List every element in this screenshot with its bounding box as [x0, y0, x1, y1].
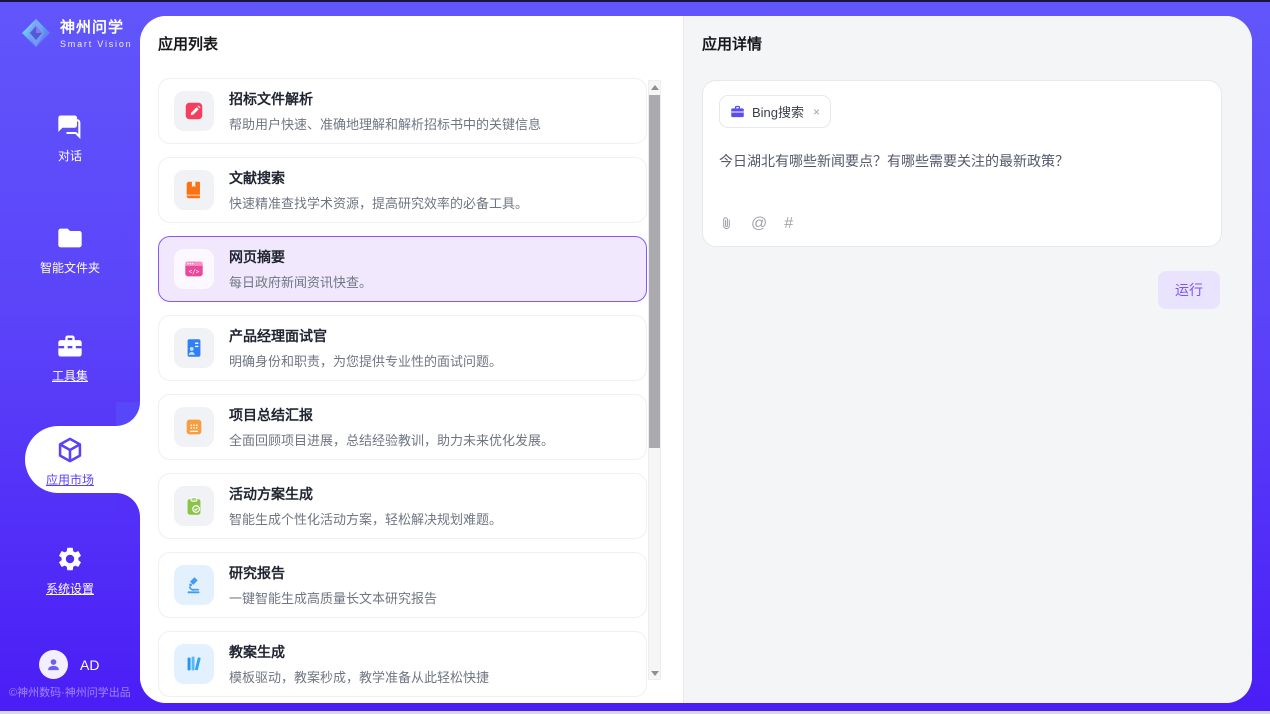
app-name: 研究报告: [229, 563, 437, 583]
app-window: 神州问学 Smart Vision 对话 智能文件夹: [0, 0, 1270, 714]
app-desc: 全面回顾项目进展，总结经验教训，助力未来优化发展。: [229, 430, 554, 449]
app-icon-box: [174, 328, 214, 368]
sidebar-item-toolset[interactable]: 工具集: [0, 332, 140, 384]
app-icon-box: [174, 565, 214, 605]
app-card-literature-search[interactable]: 文献搜索 快速精准查找学术资源，提高研究效率的必备工具。: [158, 157, 647, 223]
user-account[interactable]: AD: [39, 650, 99, 679]
app-card-pm-interviewer[interactable]: 产品经理面试官 明确身份和职责，为您提供专业性的面试问题。: [158, 315, 647, 381]
app-icon-box: </>: [174, 249, 214, 289]
app-icon-box: [174, 170, 214, 210]
app-detail-title: 应用详情: [702, 33, 762, 54]
tool-chip-label: Bing搜索: [752, 102, 804, 121]
query-text[interactable]: 今日湖北有哪些新闻要点？有哪些需要关注的最新政策？: [719, 151, 1205, 171]
app-icon-box: [174, 407, 214, 447]
bubble-flare-bottom: [116, 493, 140, 517]
brand-subtitle: Smart Vision: [60, 39, 132, 49]
tool-chip-bing-search[interactable]: Bing搜索 ×: [719, 95, 831, 128]
book-icon: [183, 179, 205, 201]
app-card-list: 招标文件解析 帮助用户快速、准确地理解和解析招标书中的关键信息 文献搜索: [158, 78, 647, 703]
app-name: 项目总结汇报: [229, 405, 554, 425]
scroll-up-arrow-icon[interactable]: [649, 81, 660, 93]
input-toolbar: @ #: [719, 215, 793, 232]
app-name: 文献搜索: [229, 168, 528, 188]
app-icon-box: [174, 644, 214, 684]
main-content: 应用列表 招标文件解析 帮助用户快速、准确地理解和解析招标书中的关键信息: [140, 16, 1252, 703]
run-button[interactable]: 运行: [1158, 271, 1220, 309]
sidebar-item-label: 工具集: [0, 367, 140, 384]
app-desc: 快速精准查找学术资源，提高研究效率的必备工具。: [229, 193, 528, 212]
app-icon-box: [174, 486, 214, 526]
app-list-panel: 应用列表 招标文件解析 帮助用户快速、准确地理解和解析招标书中的关键信息: [140, 16, 683, 703]
person-icon: [45, 656, 62, 673]
gear-icon: [56, 545, 84, 573]
app-desc: 一键智能生成高质量长文本研究报告: [229, 588, 437, 607]
window-top-edge: [0, 0, 1270, 2]
app-desc: 每日政府新闻资讯快查。: [229, 272, 372, 291]
app-desc: 模板驱动，教案秒成，教学准备从此轻松快捷: [229, 667, 489, 686]
note-icon: [183, 416, 205, 438]
app-card-lesson-plan[interactable]: 教案生成 模板驱动，教案秒成，教学准备从此轻松快捷: [158, 631, 647, 697]
app-desc: 明确身份和职责，为您提供专业性的面试问题。: [229, 351, 502, 370]
sidebar-item-smart-folders[interactable]: 智能文件夹: [0, 224, 140, 276]
app-name: 教案生成: [229, 642, 489, 662]
microscope-icon: [183, 574, 205, 596]
app-card-event-plan[interactable]: 活动方案生成 智能生成个性化活动方案，轻松解决规划难题。: [158, 473, 647, 539]
clipboard-check-icon: [183, 495, 205, 517]
prompt-input-card[interactable]: Bing搜索 × 今日湖北有哪些新闻要点？有哪些需要关注的最新政策？ @ #: [702, 80, 1222, 247]
scroll-down-arrow-icon[interactable]: [649, 667, 660, 679]
sidebar: 神州问学 Smart Vision 对话 智能文件夹: [0, 2, 140, 714]
app-icon-box: [174, 91, 214, 131]
edit-square-icon: [183, 100, 205, 122]
avatar: [39, 650, 68, 679]
app-name: 网页摘要: [229, 247, 372, 267]
app-list-title: 应用列表: [158, 33, 218, 54]
paperclip-icon[interactable]: [719, 215, 734, 232]
browser-code-icon: </>: [183, 258, 205, 280]
sidebar-item-chat[interactable]: 对话: [0, 112, 140, 164]
app-card-bid-parse[interactable]: 招标文件解析 帮助用户快速、准确地理解和解析招标书中的关键信息: [158, 78, 647, 144]
app-name: 活动方案生成: [229, 484, 502, 504]
bubble-flare-top: [116, 402, 140, 426]
brand-logo: 神州问学 Smart Vision: [20, 16, 132, 49]
app-card-web-summary[interactable]: </> 网页摘要 每日政府新闻资讯快查。: [158, 236, 647, 302]
sidebar-item-label: 智能文件夹: [0, 259, 140, 276]
app-card-project-summary[interactable]: 项目总结汇报 全面回顾项目进展，总结经验教训，助力未来优化发展。: [158, 394, 647, 460]
svg-text:</>: </>: [189, 268, 200, 275]
diamond-logo-icon: [20, 17, 52, 49]
books-icon: [183, 653, 205, 675]
resume-icon: [183, 337, 205, 359]
toolbox-icon: [56, 332, 84, 360]
sidebar-item-label: 对话: [0, 147, 140, 164]
sidebar-item-app-market[interactable]: 应用市场: [0, 436, 140, 488]
app-list-scrollbar[interactable]: [648, 80, 661, 680]
folder-icon: [56, 224, 84, 252]
sidebar-item-label: 应用市场: [0, 471, 140, 488]
chip-close-icon[interactable]: ×: [813, 105, 820, 119]
user-name: AD: [80, 657, 99, 673]
sidebar-item-label: 系统设置: [0, 580, 140, 597]
at-icon[interactable]: @: [751, 216, 767, 232]
copyright-footer: ©神州数码·神州问学出品: [9, 684, 131, 700]
app-name: 招标文件解析: [229, 89, 541, 109]
scrollbar-thumb[interactable]: [649, 95, 660, 448]
sidebar-item-settings[interactable]: 系统设置: [0, 545, 140, 597]
briefcase-icon: [730, 104, 745, 119]
app-desc: 帮助用户快速、准确地理解和解析招标书中的关键信息: [229, 114, 541, 133]
cube-icon: [56, 436, 84, 464]
app-name: 产品经理面试官: [229, 326, 502, 346]
hash-icon[interactable]: #: [784, 216, 793, 232]
chat-icon: [56, 112, 84, 140]
app-card-research-report[interactable]: 研究报告 一键智能生成高质量长文本研究报告: [158, 552, 647, 618]
app-desc: 智能生成个性化活动方案，轻松解决规划难题。: [229, 509, 502, 528]
brand-name: 神州问学: [60, 16, 132, 37]
app-detail-panel: 应用详情 Bing搜索 × 今日湖北有哪些新闻要点？有哪些需要关注的最新政策？ …: [684, 16, 1252, 703]
